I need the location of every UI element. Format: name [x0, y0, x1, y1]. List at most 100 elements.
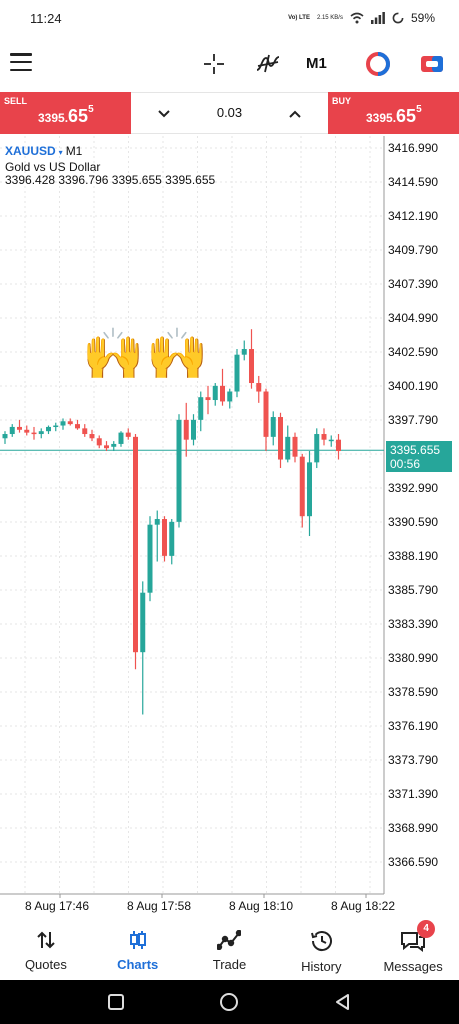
y-axis-tick-label: 3380.990 — [388, 651, 438, 665]
y-axis-tick-label: 3412.190 — [388, 209, 438, 223]
one-click-trading-panel: SELL 3395.655 0.03 BUY 3395.655 — [0, 92, 459, 134]
symbol-header: XAUUSD ▾ M1 — [5, 144, 82, 158]
sell-button[interactable]: SELL 3395.655 — [0, 92, 131, 134]
status-icons: Vo) LTE 2.15 KB/s 59% — [288, 11, 435, 25]
one-click-trading-button[interactable] — [364, 50, 392, 78]
candle-body — [147, 524, 153, 593]
candle-body — [2, 434, 8, 439]
x-axis-tick-label: 8 Aug 18:10 — [229, 899, 293, 913]
raised-hands-emoji: 🙌🙌 — [82, 325, 211, 383]
x-axis-tick-label: 8 Aug 17:46 — [25, 899, 89, 913]
candle-body — [60, 421, 66, 426]
recents-button[interactable] — [107, 993, 125, 1011]
candle-body — [191, 419, 196, 440]
candle-body — [270, 417, 276, 437]
candle-body — [249, 349, 254, 384]
trade-ticket-icon — [421, 56, 443, 72]
volume-decrease-button[interactable] — [153, 103, 175, 125]
candle-body — [31, 432, 37, 435]
nav-messages[interactable]: Messages 4 — [367, 914, 459, 980]
buy-price: 3395.655 — [366, 104, 422, 126]
candle-body — [256, 383, 262, 392]
candle-body — [234, 354, 240, 392]
nav-charts[interactable]: Charts — [92, 914, 184, 980]
home-button[interactable] — [219, 992, 239, 1012]
indicators-button[interactable] — [254, 50, 282, 78]
candle-body — [111, 443, 117, 447]
x-axis-tick-label: 8 Aug 18:22 — [331, 899, 395, 913]
candle-body — [67, 421, 73, 425]
candle-body — [299, 456, 305, 517]
y-axis-tick-label: 3407.390 — [388, 277, 438, 291]
candle-body — [220, 385, 225, 402]
wifi-icon — [350, 12, 364, 24]
y-axis-tick-label: 3383.390 — [388, 617, 438, 631]
candlestick-chart[interactable]: 3416.990 3414.590 3412.190 3409.790 3407.390… — [0, 136, 459, 914]
nav-quotes[interactable]: Quotes — [0, 914, 92, 980]
unread-badge: 4 — [417, 920, 436, 938]
candle-body — [169, 521, 175, 556]
one-click-trade-icon — [366, 52, 390, 76]
battery-level: 59% — [410, 11, 435, 25]
trend-line-icon — [217, 930, 242, 950]
y-axis-tick-label: 3414.590 — [388, 175, 438, 189]
y-axis-tick-label: 3416.990 — [388, 141, 438, 155]
bottom-navigation: Quotes Charts Trade History Messages 4 — [0, 914, 459, 980]
volume-control: 0.03 — [131, 92, 328, 134]
system-navigation-bar — [0, 980, 459, 1024]
network-type: Vo) LTE — [288, 15, 310, 21]
candle-body — [46, 426, 51, 432]
candle-body — [278, 417, 283, 460]
candle-body — [328, 439, 334, 442]
caret-down-icon: ▾ — [58, 148, 63, 157]
y-axis-tick-label: 3376.190 — [388, 719, 438, 733]
timeframe-button[interactable]: M1 — [306, 50, 327, 78]
chart-timeframe: M1 — [65, 144, 83, 158]
price-chart[interactable]: 3416.990 3414.590 3412.190 3409.790 3407.390… — [0, 136, 459, 914]
candle-body — [336, 439, 341, 452]
crosshair-button[interactable] — [200, 50, 228, 78]
y-axis-tick-label: 3404.990 — [388, 311, 438, 325]
buy-label: BUY — [332, 96, 352, 106]
y-axis-tick-label: 3409.790 — [388, 243, 438, 257]
sell-price: 3395.655 — [38, 104, 94, 126]
y-axis-tick-label: 3378.590 — [388, 685, 438, 699]
candle-body — [125, 432, 131, 437]
candle-body — [162, 519, 167, 556]
network-speed: 2.15 KB/s — [316, 14, 343, 21]
indicator-curve-icon — [256, 54, 280, 73]
y-axis-tick-label: 3390.590 — [388, 515, 438, 529]
status-bar: 11:24 Vo) LTE 2.15 KB/s 59% — [0, 0, 459, 36]
signal-icon — [370, 12, 385, 24]
clock: 11:24 — [30, 10, 62, 26]
y-axis-tick-label: 3388.190 — [388, 549, 438, 563]
nav-trade[interactable]: Trade — [184, 914, 276, 980]
candle-body — [241, 349, 247, 355]
bar-countdown: 00:56 — [390, 457, 421, 471]
crosshair-icon — [204, 54, 224, 74]
symbol-selector[interactable]: XAUUSD — [5, 144, 56, 158]
y-axis-tick-label: 3366.590 — [388, 855, 438, 869]
candle-body — [285, 436, 291, 460]
back-button[interactable] — [334, 993, 352, 1011]
candle-body — [104, 445, 109, 449]
candle-body — [75, 424, 80, 429]
y-axis-tick-label: 3392.990 — [388, 481, 438, 495]
candle-body — [53, 425, 59, 428]
candle-body — [118, 432, 124, 444]
trade-button[interactable] — [418, 50, 446, 78]
volume-increase-button[interactable] — [284, 103, 306, 125]
nav-history[interactable]: History — [275, 914, 367, 980]
candle-body — [17, 426, 22, 430]
candle-body — [133, 436, 138, 653]
y-axis-tick-label: 3397.790 — [388, 413, 438, 427]
candle-body — [205, 397, 211, 401]
chevron-up-icon — [289, 110, 301, 118]
volume-value[interactable]: 0.03 — [201, 105, 258, 120]
menu-button[interactable] — [10, 53, 32, 71]
y-axis-tick-label: 3385.790 — [388, 583, 438, 597]
candlestick-icon — [129, 931, 146, 949]
buy-button[interactable]: BUY 3395.655 — [328, 92, 459, 134]
candle-body — [321, 434, 327, 440]
candle-body — [198, 397, 204, 420]
